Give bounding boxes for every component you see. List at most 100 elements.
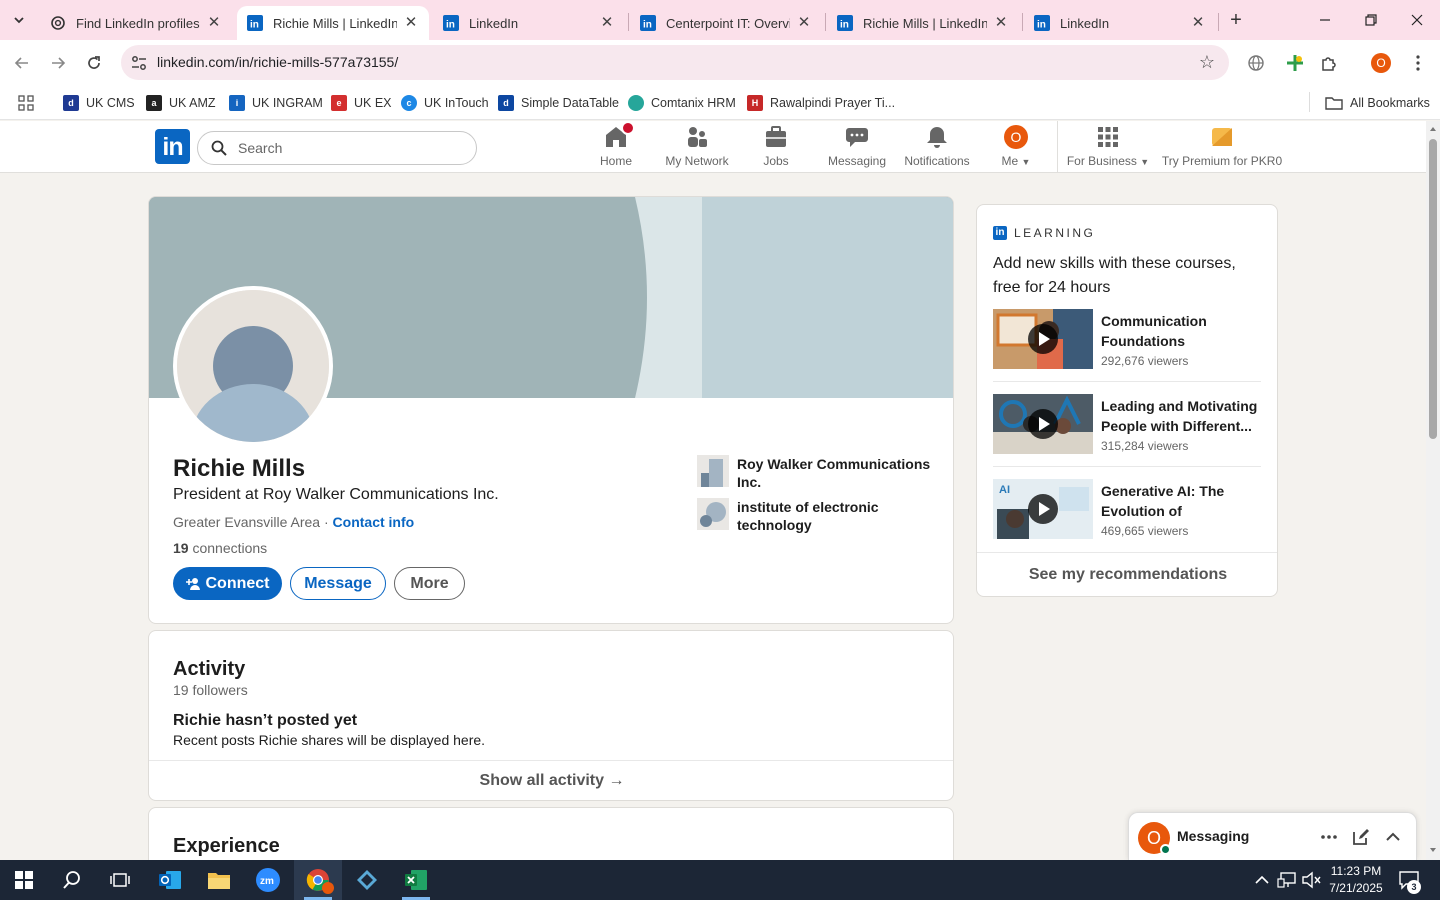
- bookmark-uk-amz[interactable]: a UK AMZ: [146, 92, 216, 114]
- show-hidden-icons-button[interactable]: [1253, 872, 1271, 888]
- linkedin-icon: in: [443, 15, 459, 31]
- chrome-profile-badge: [322, 882, 334, 894]
- all-bookmarks-button[interactable]: All Bookmarks: [1325, 92, 1430, 114]
- close-icon[interactable]: ✕: [403, 15, 419, 31]
- restore-button[interactable]: [1348, 0, 1394, 40]
- bookmark-uk-ex[interactable]: e UK EX: [331, 92, 392, 114]
- nav-notifications[interactable]: Notifications: [900, 125, 974, 171]
- address-bar[interactable]: linkedin.com/in/richie-mills-577a73155/ …: [121, 45, 1229, 80]
- profile-photo[interactable]: [173, 286, 333, 446]
- taskbar-zoom[interactable]: zm: [244, 860, 292, 900]
- profile-button[interactable]: O: [1370, 52, 1392, 74]
- expand-messaging-button[interactable]: [1383, 827, 1403, 847]
- taskbar-chrome[interactable]: [294, 860, 342, 900]
- see-recommendations-link[interactable]: See my recommendations: [977, 553, 1277, 596]
- course-item[interactable]: Leading and Motivating People with Diffe…: [993, 394, 1263, 466]
- action-center-button[interactable]: 3: [1398, 870, 1422, 894]
- nav-premium[interactable]: Try Premium for PKR0: [1160, 125, 1284, 171]
- start-button[interactable]: [0, 860, 48, 900]
- taskbar-app-diamond[interactable]: [343, 860, 391, 900]
- nav-my-network[interactable]: My Network: [661, 125, 733, 171]
- close-window-button[interactable]: [1394, 0, 1440, 40]
- scroll-down-arrow-icon[interactable]: [1429, 846, 1437, 854]
- extension-puzzle-green[interactable]: [1284, 52, 1306, 74]
- new-tab-button[interactable]: +: [1225, 9, 1247, 31]
- search-input[interactable]: [238, 138, 458, 158]
- forward-button[interactable]: [45, 50, 71, 76]
- default-avatar: [177, 290, 329, 442]
- more-options-button[interactable]: [1319, 827, 1339, 847]
- reload-button[interactable]: [81, 50, 107, 76]
- connections-number: 19: [173, 540, 189, 556]
- close-icon[interactable]: ✕: [599, 15, 615, 31]
- clock-date[interactable]: 7/21/2025: [1326, 881, 1386, 895]
- linkedin-logo[interactable]: in: [155, 129, 190, 164]
- search-box[interactable]: [197, 131, 477, 165]
- course-item[interactable]: AI Generative AI: The Evolution of Thoug…: [993, 479, 1263, 551]
- show-all-activity-link[interactable]: Show all activity →: [149, 761, 953, 800]
- home-icon: [603, 121, 635, 149]
- bookmarks-divider: [1309, 92, 1310, 112]
- connections-label: connections: [188, 540, 268, 556]
- extensions-button[interactable]: [1318, 52, 1340, 74]
- back-button[interactable]: [9, 50, 35, 76]
- people-icon: [684, 125, 710, 149]
- translate-button[interactable]: [1245, 52, 1267, 74]
- messaging-dock[interactable]: O Messaging: [1128, 812, 1417, 860]
- connections-count[interactable]: 19 connections: [173, 540, 267, 556]
- extension-icon: [1287, 55, 1303, 71]
- nav-messaging[interactable]: Messaging: [823, 125, 891, 171]
- close-icon[interactable]: ✕: [993, 15, 1009, 31]
- browser-tab-bar: Find LinkedIn profiles ✕ in Richie Mills…: [0, 0, 1440, 40]
- bookmark-star-icon[interactable]: ☆: [1199, 52, 1215, 73]
- close-icon[interactable]: ✕: [206, 15, 222, 31]
- volume-status[interactable]: [1301, 871, 1321, 889]
- browser-menu-button[interactable]: [1407, 52, 1429, 74]
- course-thumbnail: AI: [993, 479, 1093, 539]
- course-item[interactable]: Communication Foundations 292,676 viewer…: [993, 309, 1263, 381]
- ex-icon: e: [331, 95, 347, 111]
- contact-info-link[interactable]: Contact info: [333, 514, 415, 530]
- browser-tab-6[interactable]: in LinkedIn ✕: [1024, 6, 1216, 40]
- close-icon[interactable]: ✕: [796, 15, 812, 31]
- scrollbar-thumb[interactable]: [1429, 139, 1437, 439]
- bookmark-uk-intouch[interactable]: c UK InTouch: [401, 92, 489, 114]
- bookmark-uk-cms[interactable]: d UK CMS: [63, 92, 135, 114]
- education-school[interactable]: institute of electronic technology: [697, 498, 932, 534]
- more-button[interactable]: More: [394, 567, 465, 600]
- browser-tab-2[interactable]: in Richie Mills | LinkedIn ✕: [237, 6, 429, 40]
- clock-time[interactable]: 11:23 PM: [1326, 864, 1386, 878]
- task-view-button[interactable]: [96, 860, 144, 900]
- apps-button[interactable]: [18, 92, 34, 114]
- bookmark-simple-datatable[interactable]: d Simple DataTable: [498, 92, 619, 114]
- browser-tab-3[interactable]: in LinkedIn ✕: [433, 6, 625, 40]
- browser-tab-5[interactable]: in Richie Mills | LinkedIn ✕: [827, 6, 1019, 40]
- nav-for-business[interactable]: For Business ▼: [1066, 125, 1150, 171]
- bookmark-uk-ingram[interactable]: i UK INGRAM: [229, 92, 323, 114]
- nav-jobs[interactable]: Jobs: [752, 125, 800, 171]
- taskbar-excel[interactable]: [392, 860, 440, 900]
- taskbar-search-button[interactable]: [48, 860, 96, 900]
- page-scrollbar[interactable]: [1426, 121, 1440, 860]
- message-button[interactable]: Message: [290, 567, 386, 600]
- nav-home[interactable]: Home: [592, 121, 640, 171]
- close-icon[interactable]: ✕: [1190, 15, 1206, 31]
- profile-name: Richie Mills: [173, 455, 306, 482]
- compose-message-button[interactable]: [1351, 827, 1371, 847]
- bookmark-rawalpindi-prayer[interactable]: H Rawalpindi Prayer Ti...: [747, 92, 895, 114]
- minimize-button[interactable]: [1302, 0, 1348, 40]
- bookmark-comtanix-hrm[interactable]: Comtanix HRM: [628, 92, 736, 114]
- taskbar-file-explorer[interactable]: [195, 860, 243, 900]
- followers-count[interactable]: 19 followers: [173, 682, 248, 698]
- nav-me-label: Me: [1001, 154, 1019, 168]
- folder-icon: [208, 873, 230, 889]
- scroll-up-arrow-icon[interactable]: [1429, 125, 1437, 133]
- browser-tab-1[interactable]: Find LinkedIn profiles ✕: [40, 6, 232, 40]
- browser-tab-4[interactable]: in Centerpoint IT: Overvie ✕: [630, 6, 822, 40]
- nav-me[interactable]: O Me ▼: [995, 125, 1037, 171]
- taskbar-outlook[interactable]: [146, 860, 194, 900]
- current-company[interactable]: Roy Walker Communications Inc.: [697, 455, 932, 491]
- network-status[interactable]: [1277, 871, 1297, 889]
- tab-search-button[interactable]: [6, 7, 32, 33]
- connect-button[interactable]: Connect: [173, 567, 282, 600]
